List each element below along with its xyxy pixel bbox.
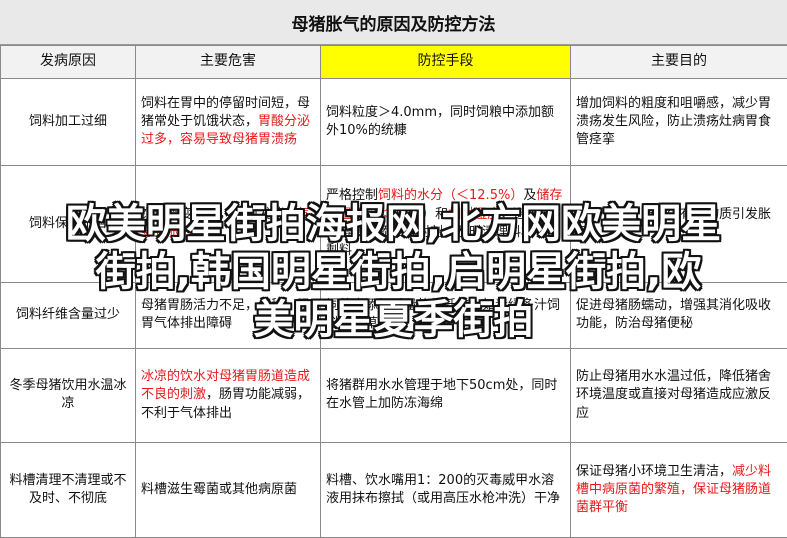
cell-cause: 冬季母猪饮用水温冰凉 <box>0 348 136 443</box>
header-control: 防控手段 <box>320 45 571 79</box>
cell-control: 饲料粒度＞4.0mm，同时饲粮中添加额外10%的统糠 <box>320 78 571 166</box>
watermark-overlay: 欧美明星街拍海报网,北方网欧美明星 街拍,韩国明星街拍,启明星街拍,欧 美明星夏… <box>0 200 787 344</box>
watermark-line: 街拍,韩国明星街拍,启明星街拍,欧 <box>95 249 702 295</box>
cell-goal: 增加饲料的粗度和咀嚼感，减少胃溃疡发生风险，防止溃疡灶病胃食管痉挛 <box>570 78 787 166</box>
cell-text: 料槽滋生霉菌或其他病原菌 <box>141 481 298 497</box>
cell-harm: 饲料在胃中的停留时间短，母猪常处于饥饿状态，胃酸分泌过多，容易导致母猪胃溃疡 <box>135 78 321 166</box>
watermark-line: 欧美明星街拍海报网,北方网欧美明星 <box>65 201 722 247</box>
cell-control: 将猪群用水水管理于地下50cm处，同时在水管上加防冻海绵 <box>320 348 571 443</box>
cell-harm: 料槽滋生霉菌或其他病原菌 <box>135 441 321 538</box>
header-goal: 主要目的 <box>570 45 787 79</box>
header-row: 发病原因 主要危害 防控手段 主要目的 <box>0 45 787 79</box>
table-row: 饲料加工过细 饲料在胃中的停留时间短，母猪常处于饥饿状态，胃酸分泌过多，容易导致母… <box>0 78 787 166</box>
table-row: 冬季母猪饮用水温冰凉 冰凉的饮水对母猪胃肠道造成不良的刺激，肠胃功能减弱，不利于气… <box>0 348 787 443</box>
cell-text: 防止母猪用水水温过低，降低猪舍环境温度或直接对母猪造成应激反应 <box>576 369 772 421</box>
cell-cause: 饲料加工过细 <box>0 78 136 166</box>
cell-text: 料槽、饮水嘴用1：200的灭毒威甲水溶液用抹布擦拭（或用高压水枪冲洗）干净 <box>326 472 561 506</box>
cell-text: 饲料粒度＞4.0mm，同时饲粮中添加额外10%的统糠 <box>326 104 555 138</box>
cell-control: 料槽、饮水嘴用1：200的灭毒威甲水溶液用抹布擦拭（或用高压水枪冲洗）干净 <box>320 441 571 538</box>
cell-text: 增加饲料的粗度和咀嚼感，减少胃溃疡发生风险，防止溃疡灶病胃食管痉挛 <box>576 95 772 148</box>
header-harm: 主要危害 <box>135 45 321 79</box>
table-title: 母猪胀气的原因及防控方法 <box>0 0 787 45</box>
cell-goal: 保证母猪小环境卫生清洁，减少料槽中病原菌的繁殖，保证母猪肠道菌群平衡 <box>570 441 787 538</box>
cell-text: 将猪群用水水管理于地下50cm处，同时在水管上加防冻海绵 <box>326 378 558 412</box>
cell-goal: 防止母猪用水水温过低，降低猪舍环境温度或直接对母猪造成应激反应 <box>570 348 787 443</box>
watermark-line: 美明星夏季街拍 <box>253 297 534 343</box>
table-row: 料槽清理不清理或不及时、不彻底 料槽滋生霉菌或其他病原菌 料槽、饮水嘴用1：200的… <box>0 441 787 538</box>
header-cause: 发病原因 <box>0 45 136 79</box>
cell-text: 保证母猪小环境卫生清洁， <box>576 463 733 479</box>
cell-harm: 冰凉的饮水对母猪胃肠道造成不良的刺激，肠胃功能减弱，不利于气体排出 <box>135 348 321 443</box>
cell-cause: 料槽清理不清理或不及时、不彻底 <box>0 441 136 538</box>
